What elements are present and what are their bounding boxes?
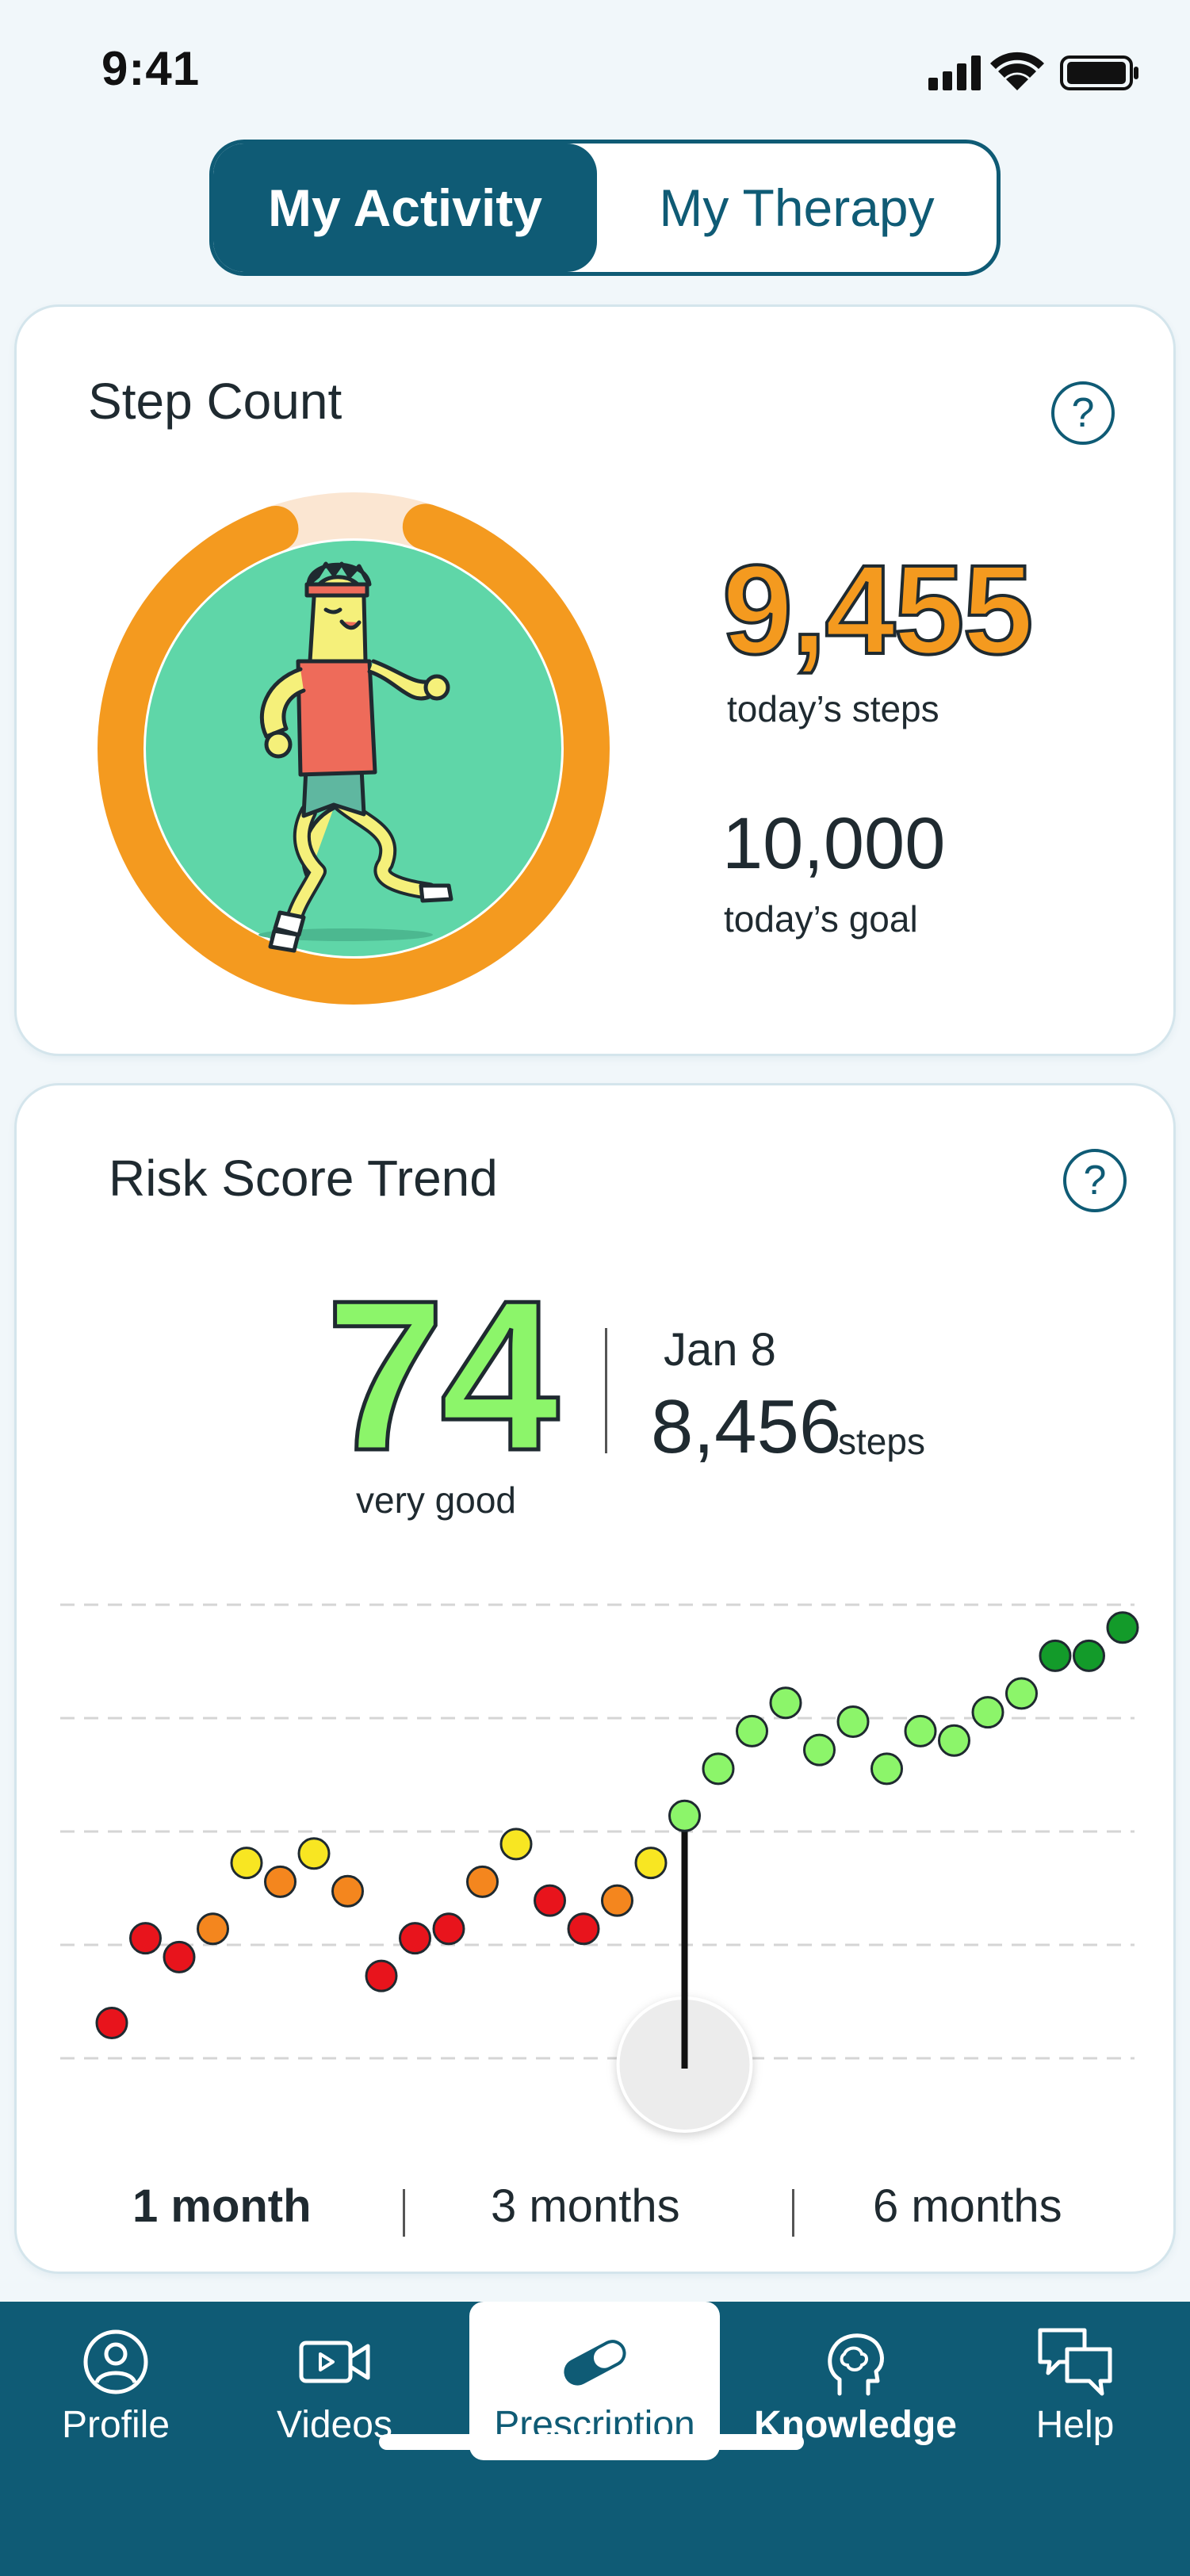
data-point[interactable] — [702, 1752, 735, 1786]
data-point[interactable] — [466, 1865, 499, 1898]
data-point[interactable] — [1039, 1639, 1072, 1672]
pill-icon — [564, 2340, 626, 2386]
status-icons — [928, 52, 1138, 90]
data-point-selected[interactable] — [668, 1799, 701, 1832]
todays-steps-value: 9,455 — [721, 537, 1035, 682]
data-point[interactable] — [1005, 1677, 1038, 1710]
data-point[interactable] — [163, 1940, 196, 1973]
data-point[interactable] — [567, 1912, 600, 1946]
data-point[interactable] — [230, 1847, 263, 1880]
wifi-icon — [990, 52, 1044, 90]
home-indicator — [379, 2434, 804, 2450]
status-time: 9:41 — [101, 42, 201, 95]
range-6-months[interactable]: 6 months — [873, 2180, 1062, 2233]
todays-steps-label: today’s steps — [727, 688, 939, 729]
battery-icon — [1060, 56, 1138, 90]
data-point[interactable] — [836, 1705, 870, 1738]
status-bar: 9:41 — [0, 0, 1190, 143]
step-count-title: Step Count — [88, 373, 342, 430]
data-point[interactable] — [634, 1847, 668, 1880]
data-point[interactable] — [95, 2007, 128, 2039]
data-point[interactable] — [971, 1696, 1004, 1729]
data-point[interactable] — [297, 1837, 331, 1870]
step-count-help-icon[interactable]: ? — [1051, 381, 1115, 445]
range-1-month[interactable]: 1 month — [132, 2180, 312, 2233]
nav-help-label: Help — [1035, 2404, 1115, 2446]
tab-my-activity[interactable]: My Activity — [213, 144, 597, 272]
risk-trend-chart — [60, 1603, 1139, 2133]
data-point[interactable] — [129, 1922, 162, 1955]
range-divider — [403, 2189, 405, 2237]
data-point[interactable] — [938, 1724, 970, 1757]
todays-goal-label: today’s goal — [724, 898, 918, 940]
data-point[interactable] — [601, 1884, 633, 1917]
data-point[interactable] — [399, 1922, 431, 1955]
data-point[interactable] — [432, 1912, 465, 1946]
range-3-months[interactable]: 3 months — [491, 2180, 680, 2233]
data-point[interactable] — [534, 1884, 566, 1917]
data-point[interactable] — [264, 1865, 297, 1898]
data-point[interactable] — [331, 1874, 364, 1908]
data-point[interactable] — [1106, 1611, 1139, 1644]
video-icon — [299, 2341, 370, 2383]
nav-videos-label: Videos — [277, 2404, 392, 2446]
data-point[interactable] — [736, 1714, 768, 1747]
data-point[interactable] — [904, 1714, 937, 1747]
data-point[interactable] — [1073, 1639, 1105, 1672]
profile-icon — [83, 2329, 148, 2394]
step-count-card: Step Count ? 9,455 today’s steps 10,000 … — [14, 304, 1176, 1056]
activity-therapy-tabs: My Activity My Therapy — [209, 140, 1001, 276]
tab-my-therapy[interactable]: My Therapy — [597, 144, 997, 272]
data-point[interactable] — [803, 1733, 836, 1766]
cellular-signal-icon — [928, 56, 981, 90]
nav-help[interactable]: Help — [996, 2325, 1154, 2468]
data-point[interactable] — [365, 1959, 398, 1992]
data-point[interactable] — [769, 1686, 802, 1720]
data-point[interactable] — [499, 1828, 533, 1861]
range-divider — [792, 2189, 794, 2237]
chat-icon — [1038, 2328, 1112, 2396]
todays-goal-value: 10,000 — [722, 803, 946, 884]
risk-score-card: Risk Score Trend ? 74 very good Jan 8 8,… — [14, 1083, 1176, 2274]
nav-profile[interactable]: Profile — [36, 2325, 195, 2468]
step-progress-ring — [98, 492, 610, 1005]
data-point[interactable] — [197, 1912, 229, 1946]
nav-profile-label: Profile — [61, 2404, 170, 2446]
brain-icon — [828, 2333, 884, 2396]
data-point[interactable] — [870, 1752, 903, 1786]
